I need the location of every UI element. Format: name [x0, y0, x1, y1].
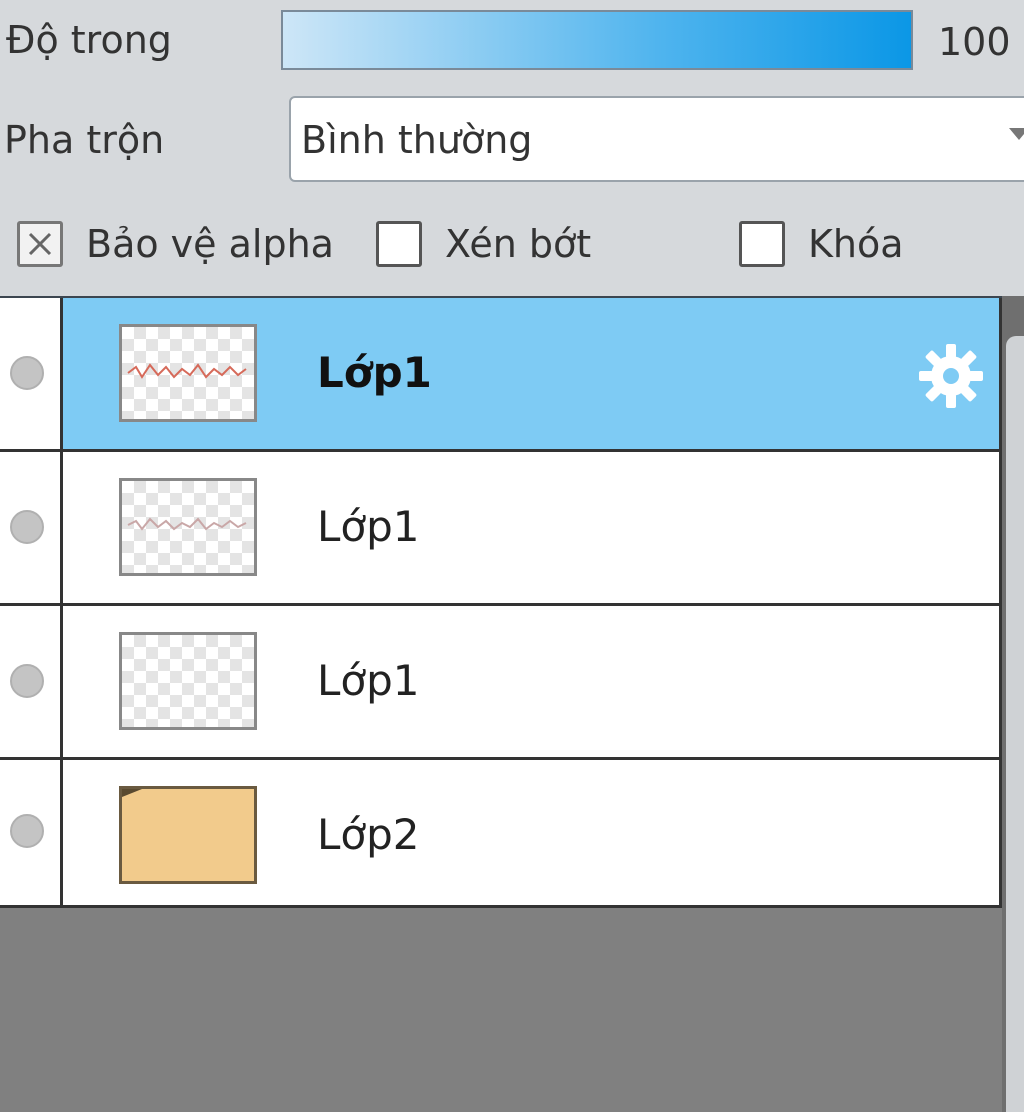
gear-icon[interactable]	[915, 340, 987, 412]
blend-mode-value: Bình thường	[301, 118, 533, 162]
blend-mode-select[interactable]: Bình thường	[289, 96, 1024, 182]
layer-visibility-toggle[interactable]	[0, 760, 63, 908]
lock-checkbox[interactable]	[739, 221, 785, 267]
layer-item[interactable]: Lớp2	[63, 760, 1002, 908]
blend-mode-label: Pha trộn	[4, 118, 165, 162]
layer-item[interactable]: Lớp1	[63, 606, 1002, 760]
layer-visibility-toggle[interactable]	[0, 452, 63, 606]
x-check-icon	[28, 232, 52, 256]
chevron-down-icon	[1009, 128, 1024, 140]
layer-row[interactable]: Lớp1	[0, 452, 1002, 606]
layer-name: Lớp2	[317, 810, 420, 859]
layer-panel: Độ trong 100 % Pha trộn Bình thường Bảo …	[0, 0, 1024, 1112]
layer-list: Lớp1 Lớp1 Lớp1 Lớp2	[0, 296, 1002, 1112]
layer-item[interactable]: Lớp1	[63, 298, 1002, 452]
opacity-label: Độ trong	[6, 18, 172, 62]
layer-list-scrollbar[interactable]	[1002, 296, 1024, 1112]
clip-checkbox[interactable]	[376, 221, 422, 267]
layer-name: Lớp1	[317, 348, 432, 397]
layer-visibility-toggle[interactable]	[0, 606, 63, 760]
layer-name: Lớp1	[317, 656, 420, 705]
layer-visibility-toggle[interactable]	[0, 298, 63, 452]
opacity-slider[interactable]	[281, 10, 913, 70]
protect-alpha-label[interactable]: Bảo vệ alpha	[86, 222, 334, 266]
protect-alpha-checkbox[interactable]	[17, 221, 63, 267]
visibility-dot-icon	[10, 510, 44, 544]
layer-row[interactable]: Lớp1	[0, 298, 1002, 452]
layer-item[interactable]: Lớp1	[63, 452, 1002, 606]
visibility-dot-icon	[10, 814, 44, 848]
clip-label[interactable]: Xén bớt	[445, 222, 591, 266]
layer-name: Lớp1	[317, 502, 420, 551]
sketch-preview-icon	[127, 363, 247, 379]
layer-thumbnail	[119, 786, 257, 884]
visibility-dot-icon	[10, 664, 44, 698]
layer-row[interactable]: Lớp1	[0, 606, 1002, 760]
opacity-value: 100 %	[938, 20, 1024, 64]
lock-label[interactable]: Khóa	[808, 222, 904, 266]
layer-thumbnail	[119, 478, 257, 576]
corner-mark-icon	[122, 789, 142, 797]
layer-thumbnail	[119, 632, 257, 730]
sketch-preview-icon	[127, 517, 247, 531]
visibility-dot-icon	[10, 356, 44, 390]
layer-row[interactable]: Lớp2	[0, 760, 1002, 908]
scrollbar-thumb[interactable]	[1006, 336, 1024, 1112]
layer-thumbnail	[119, 324, 257, 422]
